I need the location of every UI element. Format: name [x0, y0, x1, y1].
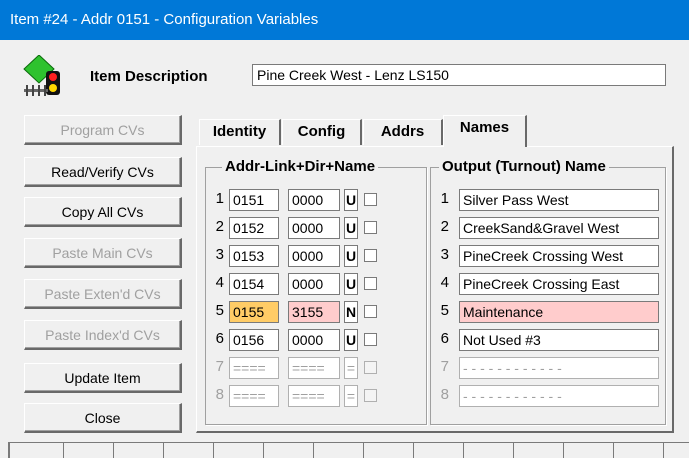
- output-row-number: 5: [440, 302, 449, 319]
- bottom-grid-strip: [0, 442, 689, 458]
- turnout-signal-icon: [22, 54, 66, 99]
- addr-row-number: 7: [215, 358, 224, 375]
- dir-field[interactable]: =: [344, 385, 358, 407]
- row-checkbox[interactable]: [364, 193, 377, 206]
- row-checkbox[interactable]: [364, 333, 377, 346]
- row-checkbox[interactable]: [364, 361, 377, 374]
- row-checkbox[interactable]: [364, 249, 377, 262]
- grid-divider: [213, 443, 214, 458]
- row-checkbox[interactable]: [364, 389, 377, 402]
- output-name-field[interactable]: Maintenance: [459, 301, 659, 323]
- grid-divider: [263, 443, 264, 458]
- tab-names[interactable]: Names: [443, 115, 527, 147]
- grid-divider: [563, 443, 564, 458]
- paste-indexd-cvs-button[interactable]: Paste Index'd CVs: [24, 320, 182, 350]
- paste-extend-cvs-button[interactable]: Paste Exten'd CVs: [24, 279, 182, 309]
- dir-field[interactable]: N: [344, 301, 358, 323]
- dir-field[interactable]: U: [344, 273, 358, 295]
- grid-divider: [513, 443, 514, 458]
- output-row-number: 6: [440, 330, 449, 347]
- addr-row-number: 1: [215, 190, 224, 207]
- addr-row-number: 5: [215, 302, 224, 319]
- window-title: Item #24 - Addr 0151 - Configuration Var…: [10, 11, 319, 28]
- window-titlebar[interactable]: Item #24 - Addr 0151 - Configuration Var…: [0, 0, 689, 40]
- copy-all-cvs-button[interactable]: Copy All CVs: [24, 197, 182, 227]
- grid-divider: [413, 443, 414, 458]
- read-verify-cvs-button[interactable]: Read/Verify CVs: [24, 157, 182, 187]
- grid-divider: [363, 443, 364, 458]
- grid-divider: [613, 443, 614, 458]
- bottom-grid-header: [8, 442, 689, 458]
- link-field[interactable]: 0000: [288, 329, 340, 351]
- tab-addrs[interactable]: Addrs: [363, 119, 443, 145]
- output-row-number: 2: [440, 218, 449, 235]
- link-field[interactable]: 0000: [288, 189, 340, 211]
- addr-row-number: 4: [215, 274, 224, 291]
- update-item-button[interactable]: Update Item: [24, 363, 182, 393]
- output-row-number: 4: [440, 274, 449, 291]
- grid-divider: [113, 443, 114, 458]
- output-name-group-title: Output (Turnout) Name: [439, 158, 609, 175]
- grid-divider: [463, 443, 464, 458]
- link-field[interactable]: ====: [288, 357, 340, 379]
- addr-link-group-title: Addr-Link+Dir+Name: [222, 158, 379, 175]
- addr-row-number: 3: [215, 246, 224, 263]
- addr-field[interactable]: 0153: [229, 245, 279, 267]
- output-row-number: 7: [440, 358, 449, 375]
- addr-row-number: 8: [215, 386, 224, 403]
- tab-config[interactable]: Config: [282, 119, 362, 145]
- link-field[interactable]: 0000: [288, 273, 340, 295]
- addr-row-number: 6: [215, 330, 224, 347]
- addr-link-group: Addr-Link+Dir+Name 1 0151 0000 U 2 0152 …: [205, 158, 427, 425]
- output-name-field[interactable]: PineCreek Crossing West: [459, 245, 659, 267]
- addr-row-number: 2: [215, 218, 224, 235]
- output-name-group: Output (Turnout) Name 1 Silver Pass West…: [430, 158, 666, 425]
- addr-field[interactable]: 0151: [229, 189, 279, 211]
- item-description-label: Item Description: [90, 68, 208, 85]
- grid-divider: [8, 443, 10, 458]
- addr-field[interactable]: ====: [229, 357, 279, 379]
- dir-field[interactable]: =: [344, 357, 358, 379]
- grid-divider: [663, 443, 664, 458]
- dir-field[interactable]: U: [344, 329, 358, 351]
- output-name-field[interactable]: CreekSand&Gravel West: [459, 217, 659, 239]
- link-field[interactable]: ====: [288, 385, 340, 407]
- dir-field[interactable]: U: [344, 217, 358, 239]
- grid-divider: [163, 443, 164, 458]
- output-row-number: 1: [440, 190, 449, 207]
- row-checkbox[interactable]: [364, 277, 377, 290]
- addr-field[interactable]: ====: [229, 385, 279, 407]
- program-cvs-button[interactable]: Program CVs: [24, 115, 182, 145]
- close-button[interactable]: Close: [24, 403, 182, 433]
- tab-identity[interactable]: Identity: [199, 119, 281, 145]
- row-checkbox[interactable]: [364, 221, 377, 234]
- grid-divider: [313, 443, 314, 458]
- output-name-field[interactable]: PineCreek Crossing East: [459, 273, 659, 295]
- addr-field[interactable]: 0156: [229, 329, 279, 351]
- dir-field[interactable]: U: [344, 245, 358, 267]
- link-field[interactable]: 3155: [288, 301, 340, 323]
- output-name-field[interactable]: - - - - - - - - - - - -: [459, 357, 659, 379]
- names-tab-panel: Addr-Link+Dir+Name 1 0151 0000 U 2 0152 …: [196, 146, 674, 433]
- row-checkbox[interactable]: [364, 305, 377, 318]
- paste-main-cvs-button[interactable]: Paste Main CVs: [24, 238, 182, 268]
- link-field[interactable]: 0000: [288, 245, 340, 267]
- grid-divider: [63, 443, 64, 458]
- output-name-field[interactable]: Silver Pass West: [459, 189, 659, 211]
- output-name-field[interactable]: Not Used #3: [459, 329, 659, 351]
- item-description-input[interactable]: Pine Creek West - Lenz LS150: [252, 64, 666, 86]
- output-name-field[interactable]: - - - - - - - - - - - -: [459, 385, 659, 407]
- link-field[interactable]: 0000: [288, 217, 340, 239]
- addr-field[interactable]: 0155: [229, 301, 279, 323]
- output-row-number: 3: [440, 246, 449, 263]
- output-row-number: 8: [440, 386, 449, 403]
- addr-field[interactable]: 0154: [229, 273, 279, 295]
- addr-field[interactable]: 0152: [229, 217, 279, 239]
- dir-field[interactable]: U: [344, 189, 358, 211]
